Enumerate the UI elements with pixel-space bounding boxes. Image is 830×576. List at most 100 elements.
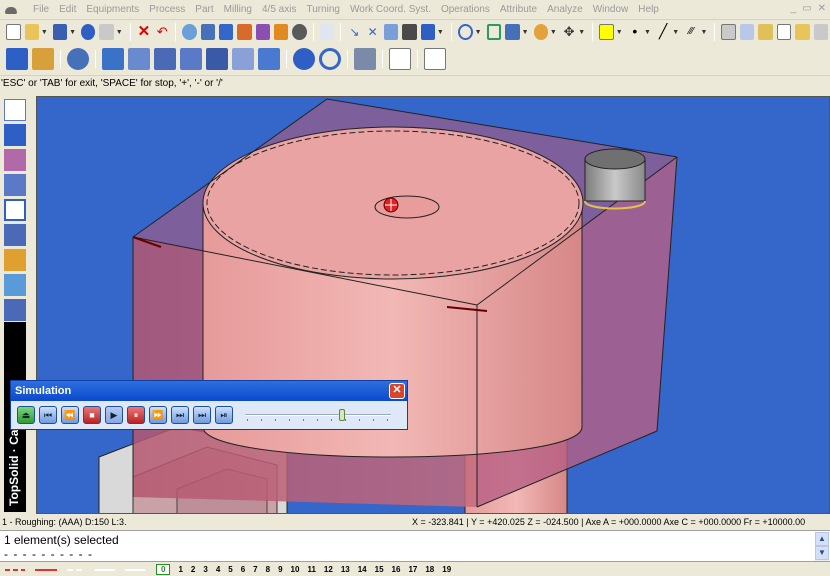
doc-tool-icon-5[interactable]: [795, 24, 810, 40]
simulation-title-bar[interactable]: Simulation ✕: [11, 381, 407, 401]
users-icon[interactable]: [4, 299, 26, 321]
verify-icon[interactable]: [319, 48, 341, 70]
tool-cam-icon[interactable]: [200, 24, 216, 40]
point-style-icon[interactable]: •: [628, 24, 642, 40]
step-forward-button[interactable]: ⏭: [171, 406, 189, 424]
play-button[interactable]: ▶: [105, 406, 123, 424]
message-scrollbar[interactable]: ▲ ▼: [815, 532, 829, 561]
layer-0[interactable]: 0: [156, 564, 171, 575]
chevron-down-icon[interactable]: ▼: [578, 29, 585, 36]
shading-icon[interactable]: [533, 24, 548, 40]
progress-icon[interactable]: [4, 274, 26, 296]
turning-tool-icon[interactable]: [6, 48, 28, 70]
op-surface-icon[interactable]: [206, 48, 228, 70]
layer-15[interactable]: 15: [375, 565, 384, 574]
open-folder-icon[interactable]: [24, 24, 39, 40]
chevron-down-icon[interactable]: ▼: [437, 29, 444, 36]
layer-5[interactable]: 5: [228, 565, 232, 574]
3d-viewport[interactable]: [36, 96, 830, 514]
layer-3[interactable]: 3: [203, 565, 207, 574]
menu-window[interactable]: Window: [588, 4, 634, 15]
chevron-down-icon[interactable]: ▼: [701, 29, 708, 36]
tool-brush-icon[interactable]: [274, 24, 289, 40]
menu-attribute[interactable]: Attribute: [495, 4, 542, 15]
chevron-down-icon[interactable]: ▼: [522, 29, 529, 36]
color-swatch-yellow[interactable]: [599, 24, 614, 40]
shape-icon[interactable]: [4, 124, 26, 146]
layer-14[interactable]: 14: [358, 565, 367, 574]
wire-icon[interactable]: [4, 224, 26, 246]
op-engrave-icon[interactable]: [232, 48, 254, 70]
nc-code-icon[interactable]: [424, 48, 446, 70]
menu-analyze[interactable]: Analyze: [542, 4, 588, 15]
line-style-icon[interactable]: ╱: [656, 24, 670, 40]
layer-17[interactable]: 17: [408, 565, 417, 574]
slider-thumb[interactable]: [338, 409, 345, 421]
chevron-down-icon[interactable]: ▼: [616, 29, 623, 36]
doc-tool-icon-3[interactable]: [758, 24, 773, 40]
undo-icon[interactable]: ↶: [155, 24, 169, 40]
chevron-down-icon[interactable]: ▼: [550, 29, 557, 36]
step-back-button[interactable]: ⏪: [61, 406, 79, 424]
op-drill-icon[interactable]: [180, 48, 202, 70]
fast-forward-button[interactable]: ⏩: [149, 406, 167, 424]
chevron-down-icon[interactable]: ▼: [116, 29, 123, 36]
go-to-end-button[interactable]: ⏭: [193, 406, 211, 424]
draft-icon[interactable]: [4, 149, 26, 171]
eject-button[interactable]: ⏏: [17, 406, 35, 424]
stock-icon[interactable]: [67, 48, 89, 70]
layer-1[interactable]: 1: [178, 565, 182, 574]
view-icon[interactable]: [505, 24, 520, 40]
new-document-icon[interactable]: [6, 24, 21, 40]
line-style-white[interactable]: [95, 568, 115, 571]
close-icon[interactable]: ✕: [818, 3, 826, 14]
layer-8[interactable]: 8: [266, 565, 270, 574]
layer-16[interactable]: 16: [392, 565, 401, 574]
simulate-icon[interactable]: [293, 48, 315, 70]
report-icon[interactable]: [389, 48, 411, 70]
axes-icon[interactable]: ✥: [562, 24, 576, 40]
menu-process[interactable]: Process: [144, 4, 190, 15]
line-style-white-2[interactable]: [125, 568, 145, 571]
doc-tool-icon-1[interactable]: [721, 24, 737, 40]
doc-tool-icon-6[interactable]: [813, 24, 828, 40]
tool-paint-icon[interactable]: [255, 24, 271, 40]
menu-turning[interactable]: Turning: [301, 4, 345, 15]
menu-milling[interactable]: Milling: [219, 4, 257, 15]
layer-11[interactable]: 11: [307, 565, 315, 574]
info-icon[interactable]: [81, 24, 96, 40]
assembly-icon[interactable]: [4, 174, 26, 196]
machine-icon[interactable]: [354, 48, 376, 70]
go-to-start-button[interactable]: ⏮: [39, 406, 57, 424]
holder-icon[interactable]: [32, 48, 54, 70]
tool-camera-icon[interactable]: [292, 24, 307, 40]
op-pocket-icon[interactable]: [128, 48, 150, 70]
scroll-down-icon[interactable]: ▼: [815, 546, 829, 560]
layer-18[interactable]: 18: [425, 565, 434, 574]
chevron-down-icon[interactable]: ▼: [69, 29, 76, 36]
pause-button[interactable]: ⏸: [127, 406, 145, 424]
line-style-white-dash[interactable]: [67, 568, 85, 571]
save-icon[interactable]: [52, 24, 68, 40]
app-icon[interactable]: [4, 4, 18, 16]
next-operation-button[interactable]: ⏯: [215, 406, 233, 424]
sketch-icon[interactable]: [4, 99, 26, 121]
delete-icon[interactable]: ✕: [137, 24, 151, 40]
hatch-style-icon[interactable]: ⁄⁄⁄: [684, 24, 698, 40]
minimize-icon[interactable]: _: [791, 3, 797, 14]
menu-help[interactable]: Help: [633, 4, 664, 15]
filter-icon[interactable]: [383, 24, 399, 40]
cam-mode-icon[interactable]: [4, 199, 26, 221]
layer-6[interactable]: 6: [241, 565, 245, 574]
print-icon[interactable]: [99, 24, 114, 40]
op-contour-icon[interactable]: [154, 48, 176, 70]
zoom-icon[interactable]: [457, 24, 473, 40]
layer-19[interactable]: 19: [442, 565, 451, 574]
close-icon[interactable]: ✕: [389, 383, 405, 399]
tool-measure-icon[interactable]: [237, 24, 252, 40]
doc-tool-icon-4[interactable]: [776, 24, 792, 40]
restore-icon[interactable]: ▭: [802, 3, 811, 14]
layer-10[interactable]: 10: [291, 565, 300, 574]
line-style-red-dash[interactable]: [5, 568, 25, 571]
menu-part[interactable]: Part: [190, 4, 218, 15]
